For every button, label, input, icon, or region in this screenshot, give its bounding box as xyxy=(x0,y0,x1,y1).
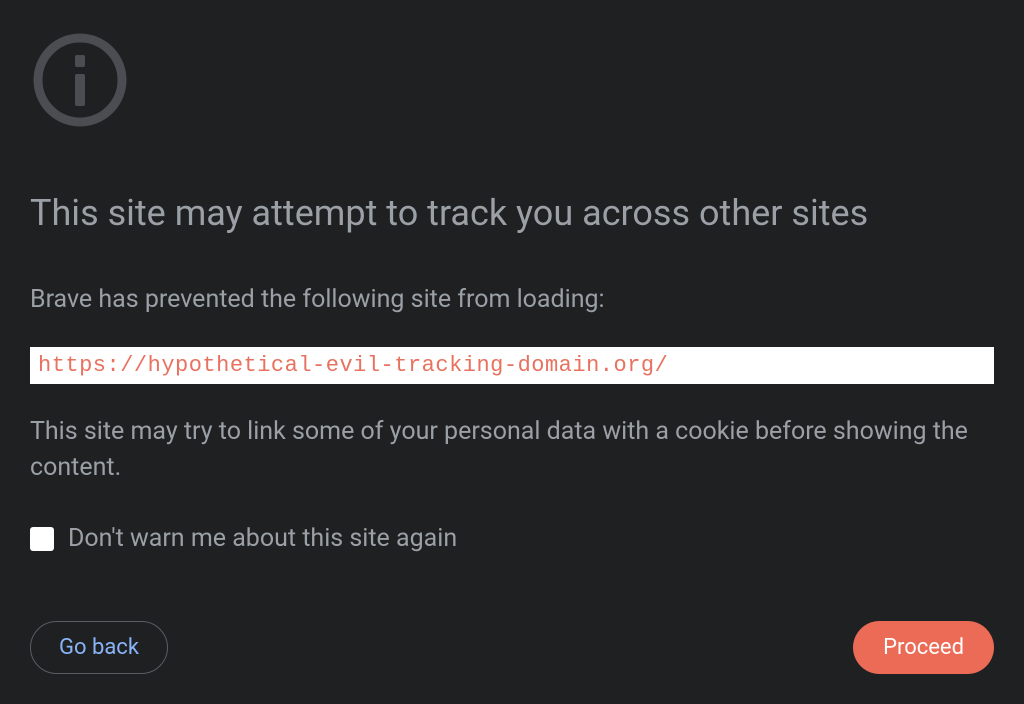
page-title: This site may attempt to track you acros… xyxy=(30,190,994,237)
go-back-button[interactable]: Go back xyxy=(30,621,168,674)
button-row: Go back Proceed xyxy=(30,621,994,674)
info-icon xyxy=(30,30,130,130)
description-text: Brave has prevented the following site f… xyxy=(30,282,994,317)
dont-warn-checkbox-row[interactable]: Don't warn me about this site again xyxy=(30,524,994,553)
proceed-button[interactable]: Proceed xyxy=(853,621,994,674)
dont-warn-checkbox[interactable] xyxy=(30,527,54,551)
url-box: https://hypothetical-evil-tracking-domai… xyxy=(30,347,994,384)
checkbox-label: Don't warn me about this site again xyxy=(68,524,457,553)
url-text: https://hypothetical-evil-tracking-domai… xyxy=(38,353,668,378)
warning-text: This site may try to link some of your p… xyxy=(30,414,994,487)
